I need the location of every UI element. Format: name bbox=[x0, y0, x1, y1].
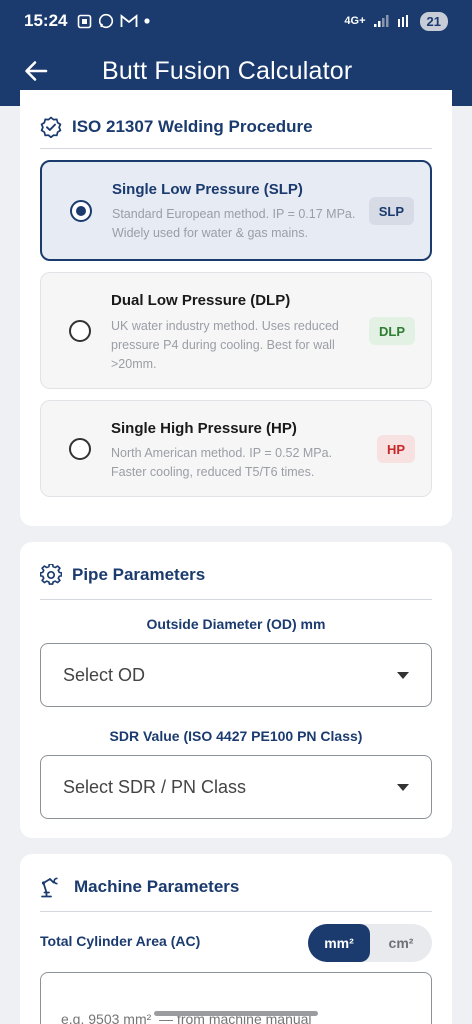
battery-indicator: 21 bbox=[419, 11, 448, 31]
sdr-select[interactable]: Select SDR / PN Class bbox=[40, 755, 432, 819]
gmail-icon bbox=[121, 14, 138, 27]
sdr-label: SDR Value (ISO 4427 PE100 PN Class) bbox=[109, 728, 363, 744]
badge-slp: SLP bbox=[368, 197, 414, 225]
option-title: Single High Pressure (HP) bbox=[111, 420, 297, 437]
od-select[interactable]: Select OD bbox=[40, 643, 432, 707]
ac-label: Total Cylinder Area (AC) bbox=[40, 933, 201, 949]
status-time: 15:24 bbox=[24, 11, 68, 30]
od-select-value: Select OD bbox=[63, 664, 146, 685]
arrow-left-icon bbox=[25, 61, 48, 81]
status-right: 4G+ 21 bbox=[344, 11, 448, 31]
procedure-header: ISO 21307 Welding Procedure bbox=[20, 106, 452, 148]
option-description: UK water industry method. Uses reduced p… bbox=[111, 319, 339, 371]
divider bbox=[40, 599, 432, 600]
radio-hp[interactable] bbox=[69, 438, 91, 460]
verified-badge-icon bbox=[40, 116, 62, 138]
status-bar: 15:24 4G+ 21 bbox=[0, 0, 472, 42]
procedure-option-hp[interactable]: Single High Pressure (HP) North American… bbox=[40, 400, 432, 497]
whatsapp-icon bbox=[99, 13, 114, 29]
pipe-header: Pipe Parameters bbox=[20, 554, 452, 596]
page-title: Butt Fusion Calculator bbox=[102, 56, 353, 85]
gear-icon bbox=[40, 564, 62, 585]
option-title: Dual Low Pressure (DLP) bbox=[111, 292, 291, 309]
divider bbox=[40, 148, 432, 149]
radio-slp[interactable] bbox=[70, 200, 92, 222]
chevron-down-icon bbox=[397, 671, 409, 679]
signal-icon bbox=[373, 15, 389, 27]
dot-icon bbox=[144, 18, 151, 24]
back-button[interactable] bbox=[18, 53, 54, 89]
sdr-select-value: Select SDR / PN Class bbox=[63, 776, 247, 797]
radio-dlp[interactable] bbox=[69, 320, 91, 342]
badge-hp: HP bbox=[376, 435, 415, 463]
procedure-option-dlp[interactable]: Dual Low Pressure (DLP) UK water industr… bbox=[40, 272, 432, 389]
machine-card: Machine Parameters Total Cylinder Area (… bbox=[20, 854, 452, 1024]
network-type: 4G+ bbox=[344, 15, 366, 27]
option-description: North American method. IP = 0.52 MPa. Fa… bbox=[111, 446, 333, 479]
unit-cm2-button[interactable]: cm² bbox=[370, 924, 432, 962]
procedure-heading: ISO 21307 Welding Procedure bbox=[72, 117, 313, 136]
cylinder-area-input[interactable] bbox=[40, 972, 432, 1024]
badge-dlp: DLP bbox=[369, 317, 415, 345]
robot-arm-icon bbox=[41, 877, 58, 898]
screenshot-icon bbox=[78, 14, 92, 28]
pipe-heading: Pipe Parameters bbox=[72, 565, 206, 584]
od-label: Outside Diameter (OD) mm bbox=[146, 616, 326, 632]
divider bbox=[40, 911, 432, 912]
signal-2-icon bbox=[397, 15, 408, 27]
procedure-card: ISO 21307 Welding Procedure Single Low P… bbox=[20, 90, 452, 526]
option-title: Single Low Pressure (SLP) bbox=[112, 181, 303, 198]
unit-mm2-button[interactable]: mm² bbox=[308, 924, 370, 962]
unit-toggle: mm² cm² bbox=[308, 924, 432, 962]
notification-icons bbox=[77, 13, 151, 29]
machine-header: Machine Parameters bbox=[20, 866, 452, 908]
machine-heading: Machine Parameters bbox=[74, 877, 240, 896]
pipe-card: Pipe Parameters Outside Diameter (OD) mm… bbox=[20, 542, 452, 838]
home-indicator[interactable] bbox=[154, 1011, 318, 1016]
procedure-option-slp[interactable]: Single Low Pressure (SLP) Standard Europ… bbox=[40, 160, 432, 261]
option-description: Standard European method. IP = 0.17 MPa.… bbox=[112, 207, 356, 240]
chevron-down-icon bbox=[397, 783, 409, 791]
